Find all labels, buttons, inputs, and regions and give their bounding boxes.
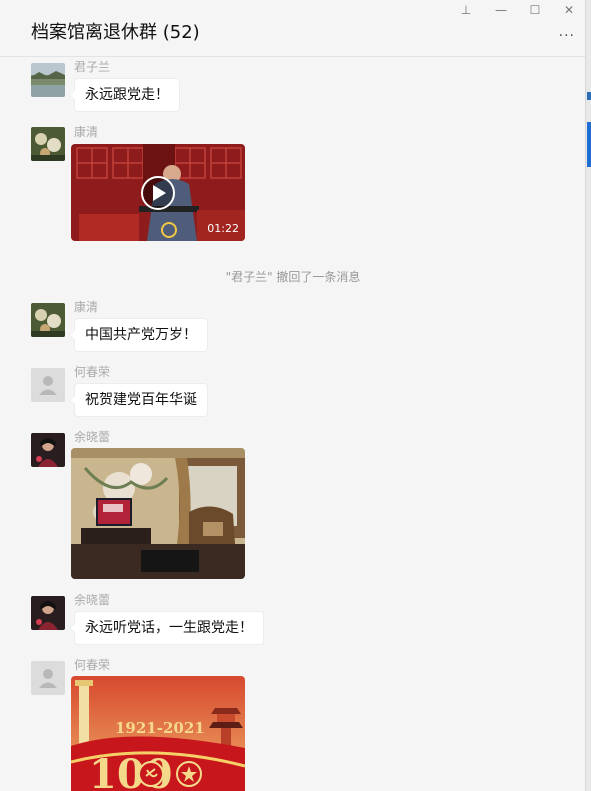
message-bubble[interactable]: 永远听党话，一生跟党走！ bbox=[69, 611, 264, 645]
background-window-accent bbox=[587, 92, 591, 100]
recall-notice: "君子兰" 撤回了一条消息 bbox=[225, 270, 361, 284]
maximize-icon[interactable]: ☐ bbox=[526, 2, 544, 18]
pin-icon[interactable]: ⊥ bbox=[457, 2, 475, 18]
image-message[interactable] bbox=[71, 448, 245, 579]
background-window-accent bbox=[587, 122, 591, 167]
video-duration: 01:22 bbox=[207, 222, 239, 235]
flower-avatar[interactable] bbox=[31, 127, 65, 161]
title-bar: 档案馆离退休群 (52) ⊥ — ☐ ✕ ··· bbox=[0, 0, 585, 57]
video-message[interactable]: 01:22 bbox=[71, 144, 245, 241]
default-avatar[interactable] bbox=[31, 368, 65, 402]
default-avatar[interactable] bbox=[31, 661, 65, 695]
message-bubble[interactable]: 祝贺建党百年华诞 bbox=[69, 383, 208, 417]
close-icon[interactable]: ✕ bbox=[560, 2, 578, 18]
sender-name: 君子兰 bbox=[74, 60, 111, 74]
sender-name: 余晓蕾 bbox=[74, 593, 111, 607]
image-message[interactable]: 1921-2021 100 bbox=[71, 676, 245, 791]
portrait-avatar[interactable] bbox=[31, 596, 65, 630]
sender-name: 康清 bbox=[74, 300, 99, 314]
flower-avatar[interactable] bbox=[31, 303, 65, 337]
message-bubble[interactable]: 中国共产党万岁！ bbox=[69, 318, 208, 352]
sender-name: 余晓蕾 bbox=[74, 430, 111, 444]
sender-name: 康清 bbox=[74, 125, 99, 139]
group-title: 档案馆离退休群 (52) bbox=[31, 22, 200, 43]
chat-window: 档案馆离退休群 (52) ⊥ — ☐ ✕ ··· 君子兰 永远跟党走！ 康清 0… bbox=[0, 0, 586, 791]
minimize-icon[interactable]: — bbox=[492, 2, 510, 18]
message-bubble[interactable]: 永远跟党走！ bbox=[69, 78, 180, 112]
message-list[interactable]: 君子兰 永远跟党走！ 康清 01:22 "君子兰" 撤回了一条消息 康清 中国共… bbox=[0, 57, 585, 791]
sender-name: 何春荣 bbox=[74, 658, 111, 672]
landscape-avatar[interactable] bbox=[31, 63, 65, 97]
more-options-button[interactable]: ··· bbox=[559, 28, 575, 44]
portrait-avatar[interactable] bbox=[31, 433, 65, 467]
sender-name: 何春荣 bbox=[74, 365, 111, 379]
anniversary-years: 1921-2021 bbox=[115, 719, 205, 737]
